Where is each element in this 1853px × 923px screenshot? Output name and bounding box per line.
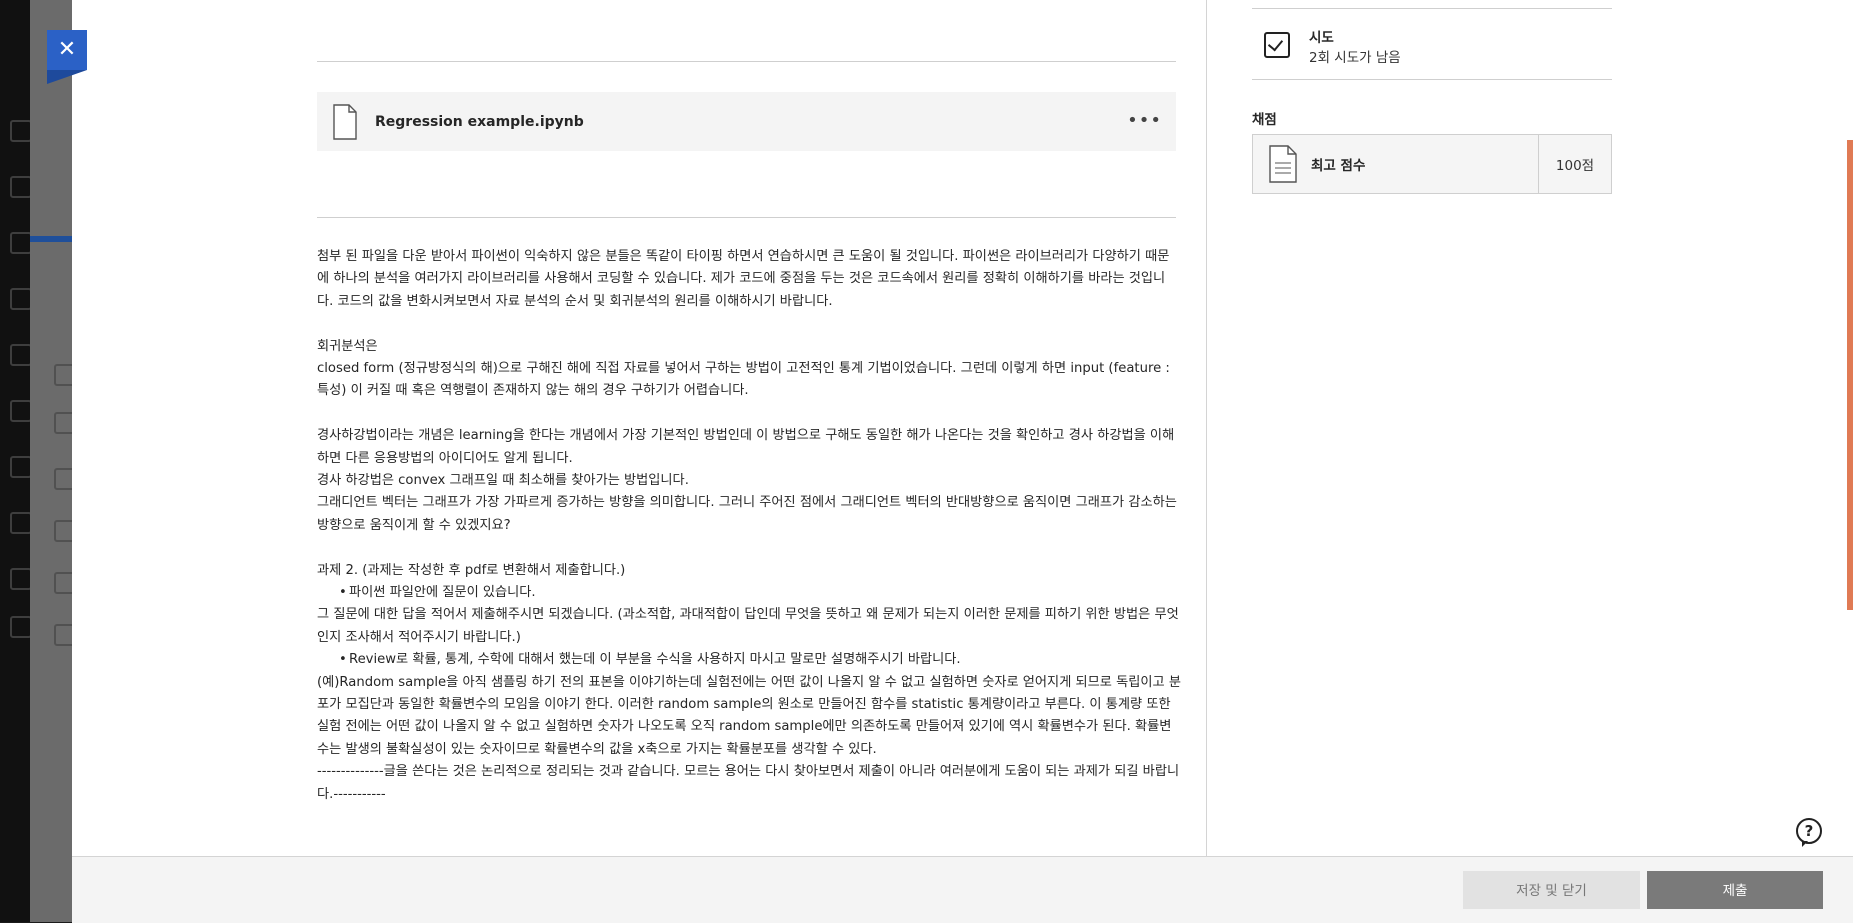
- description-paragraph: 그래디언트 벡터는 그래프가 가장 가파르게 증가하는 방향을 의미합니다. 그…: [317, 495, 1177, 533]
- background-course-nav: [30, 0, 72, 922]
- description-paragraph: 회귀분석은: [317, 338, 378, 354]
- file-icon: [333, 103, 357, 140]
- sidebar-top-rule: [1252, 8, 1612, 9]
- close-panel-button[interactable]: ✕: [47, 30, 87, 84]
- top-divider: [317, 61, 1176, 62]
- globe-icon: [10, 232, 32, 254]
- save-and-close-button[interactable]: 저장 및 닫기: [1463, 871, 1640, 909]
- paragraph-spacer: [317, 537, 1181, 559]
- grade-label: 최고 점수: [1311, 158, 1366, 174]
- description-paragraph: 경사하강법이라는 개념은 learning을 한다는 개념에서 가장 기본적인 …: [317, 428, 1175, 466]
- document-icon: [1269, 145, 1297, 183]
- assignment-content: Regression example.ipynb ••• 첨부 된 파일을 다운…: [72, 0, 1206, 856]
- description-paragraph: --------------글을 쓴다는 것은 논리적으로 정리되는 것과 같습…: [317, 764, 1180, 802]
- grading-label: 채점: [1252, 112, 1277, 128]
- attempts-remaining: 2회 시도가 남음: [1309, 50, 1401, 66]
- scroll-accent: [1847, 140, 1853, 610]
- help-icon[interactable]: ?: [1796, 818, 1822, 847]
- bullet-item: 파이썬 파일안에 질문이 있습니다.: [317, 582, 1181, 605]
- messages-icon: [10, 456, 32, 478]
- attachment-filename[interactable]: Regression example.ipynb: [375, 114, 584, 130]
- grade-value: 100점: [1555, 158, 1595, 174]
- description-paragraph: 경사 하강법은 convex 그래프일 때 최소해를 찾아가는 방법입니다.: [317, 473, 689, 489]
- signout-icon: [10, 616, 32, 638]
- sidebar-divider: [1206, 0, 1207, 856]
- close-icon: ✕: [57, 37, 77, 62]
- assignment-description: 첨부 된 파일을 다운 받아서 파이썬이 익숙하지 않은 분들은 똑같이 타이핑…: [317, 246, 1181, 806]
- assignment-panel: Regression example.ipynb ••• 첨부 된 파일을 다운…: [72, 0, 1853, 923]
- grade-summary: 최고 점수 100점: [1252, 134, 1612, 194]
- background-active-bar: [30, 236, 72, 242]
- tools-icon: [10, 568, 32, 590]
- grades-icon: [10, 512, 32, 534]
- calendar-icon: [10, 400, 32, 422]
- background-rail: [0, 0, 32, 922]
- description-divider: [317, 217, 1176, 218]
- groups-icon: [10, 344, 32, 366]
- bullet-item: Review로 확률, 통계, 수학에 대해서 했는데 이 부분을 수식을 사용…: [317, 649, 1181, 672]
- description-paragraph: (예)Random sample을 아직 샘플링 하기 전의 표본을 이야기하는…: [317, 674, 1181, 757]
- paragraph-spacer: [317, 313, 1181, 335]
- more-horizontal-icon[interactable]: •••: [1127, 110, 1162, 131]
- institution-icon: [10, 120, 32, 142]
- attachment-card[interactable]: Regression example.ipynb •••: [317, 92, 1176, 151]
- checkbox-icon: [1264, 32, 1290, 58]
- courses-icon: [10, 288, 32, 310]
- attempts-rule: [1252, 79, 1612, 80]
- attempts-title: 시도: [1309, 30, 1334, 46]
- description-paragraph: 과제 2. (과제는 작성한 후 pdf로 변환해서 제출합니다.): [317, 562, 626, 578]
- submit-button[interactable]: 제출: [1647, 871, 1823, 909]
- paragraph-spacer: [317, 403, 1181, 425]
- footer-bar: 저장 및 닫기 제출: [72, 856, 1853, 923]
- details-sidebar: 시도 2회 시도가 남음 채점 최고 점수 100점: [1208, 0, 1853, 856]
- description-paragraph: 그 질문에 대한 답을 적어서 제출해주시면 되겠습니다. (과소적합, 과대적…: [317, 607, 1179, 645]
- profile-icon: [10, 176, 32, 198]
- description-paragraph: 첨부 된 파일을 다운 받아서 파이썬이 익숙하지 않은 분들은 똑같이 타이핑…: [317, 249, 1170, 309]
- description-paragraph: closed form (정규방정식의 해)으로 구해진 해에 직접 자료를 넣…: [317, 361, 1170, 399]
